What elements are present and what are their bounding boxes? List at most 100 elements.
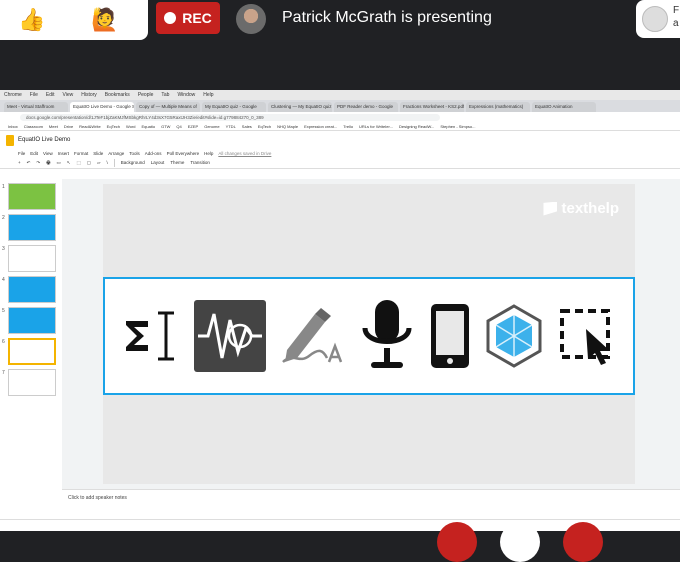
bookmark-item[interactable]: NHQ Maple [277, 124, 298, 129]
browser-tab[interactable]: My EquatIO quiz - Google [202, 102, 266, 112]
slide-thumbnail[interactable] [8, 369, 56, 396]
bookmark-item[interactable]: URLs for WriteIer... [359, 124, 393, 129]
slides-logo-icon[interactable] [6, 134, 14, 146]
bookmark-item[interactable]: Q4 [176, 124, 181, 129]
browser-tab[interactable]: EquatIO Animation [532, 102, 596, 112]
bookmark-item[interactable]: Genome [204, 124, 219, 129]
toolbar-tool-icon[interactable]: ▱ [97, 160, 100, 166]
toolbar-tool-icon[interactable]: ▢ [87, 160, 91, 166]
bookmark-item[interactable]: Sales [242, 124, 252, 129]
slides-toolbar: + ↶ ↷ 🖶 ▭ ↖ ⬚ ▢ ▱ \ Background Layout Theme Transitio… [0, 157, 680, 169]
bookmark-item[interactable]: Inbox [8, 124, 18, 129]
current-slide[interactable]: texthelp [103, 184, 635, 484]
os-menu-item[interactable]: Bookmarks [105, 92, 130, 98]
record-dot-icon [164, 12, 177, 24]
url-field[interactable]: docs.google.com/presentation/d/1JTeF1bjZ… [20, 113, 440, 121]
bookmark-item[interactable]: Read&Write [79, 124, 101, 129]
slide-thumbnail-row[interactable]: 7 [0, 369, 62, 397]
toolbar-tool-icon[interactable]: \ [107, 160, 108, 165]
slide-thumbnail[interactable] [8, 276, 56, 303]
slides-menu-item[interactable]: Format [74, 151, 88, 156]
os-menu-item[interactable]: Tab [161, 92, 169, 98]
os-menu-item[interactable]: Edit [46, 92, 55, 98]
slide-thumbnail-row[interactable]: 6 [0, 338, 62, 366]
slides-menu-item[interactable]: View [43, 151, 53, 156]
browser-tab[interactable]: EquatIO Live Demo - Google Sl [70, 102, 134, 112]
save-status[interactable]: All changes saved in Drive [218, 151, 271, 156]
slides-menu-item[interactable]: File [18, 151, 25, 156]
slide-thumbnail[interactable] [8, 338, 56, 365]
mic-toggle-button[interactable] [437, 522, 477, 562]
slides-menu-item[interactable]: Help [204, 151, 213, 156]
browser-tab[interactable]: Meet - Virtual Staffroom [4, 102, 68, 112]
recording-button[interactable]: REC [156, 2, 220, 34]
doc-title[interactable]: EquatIO Live Demo [18, 137, 70, 143]
bookmark-item[interactable]: Meet [49, 124, 58, 129]
bookmark-item[interactable]: Classroom [24, 124, 43, 129]
os-menu-item[interactable]: File [30, 92, 38, 98]
speaker-notes[interactable]: Click to add speaker notes [62, 489, 680, 519]
slide-thumbnail[interactable] [8, 183, 56, 210]
toolbar-tool-icon[interactable]: ↖ [67, 160, 71, 166]
toolbar-tool-icon[interactable]: ↷ [36, 160, 40, 166]
browser-tab[interactable]: Clustering — My EquatIO quiz [268, 102, 332, 112]
slide-thumbnail[interactable] [8, 245, 56, 272]
toolbar-tool-icon[interactable]: 🖶 [46, 159, 50, 167]
waveform-icon [193, 300, 266, 372]
bookmark-item[interactable]: Stephen - Simpso... [440, 124, 475, 129]
os-menu-item[interactable]: View [62, 92, 73, 98]
bookmark-item[interactable]: Drive [64, 124, 73, 129]
slide-thumbnail[interactable] [8, 307, 56, 334]
os-menu-item[interactable]: History [81, 92, 97, 98]
browser-tab[interactable]: Fractions Worksheet - KS2.pdf [400, 102, 464, 112]
slides-menu-item[interactable]: Arrange [108, 151, 124, 156]
toolbar-item[interactable]: Transition [190, 160, 210, 165]
bookmark-item[interactable]: Equatio [142, 124, 156, 129]
browser-tab[interactable]: Copy of — Multiple Means of [136, 102, 200, 112]
toolbar-item[interactable]: Background [121, 160, 145, 165]
bookmark-item[interactable]: EZEP [188, 124, 198, 129]
meet-top-bar: 👍 🙋 REC Patrick McGrath is presenting F … [0, 0, 680, 40]
slide-canvas-area: texthelp [62, 179, 680, 489]
os-menu-item[interactable]: Window [177, 92, 195, 98]
bookmark-item[interactable]: YTDL [226, 124, 236, 129]
thumbs-up-reaction[interactable]: 👍 [18, 7, 45, 33]
raise-hand-reaction[interactable]: 🙋 [91, 7, 118, 33]
bookmark-item[interactable]: Trello [343, 124, 353, 129]
screenshot-select-icon [560, 309, 611, 365]
os-menu-item[interactable]: People [138, 92, 154, 98]
bookmark-item[interactable]: Word [126, 124, 135, 129]
slides-menu-item[interactable]: Slide [93, 151, 103, 156]
bookmark-item[interactable]: EqTech [107, 124, 120, 129]
browser-tab[interactable]: PDF Reader demo - Google [334, 102, 398, 112]
slide-thumbnail-row[interactable]: 2 [0, 214, 62, 242]
slide-thumbnail-row[interactable]: 4 [0, 276, 62, 304]
toolbar-tool-icon[interactable]: + [18, 160, 21, 165]
slide-thumbnail-row[interactable]: 1 [0, 183, 62, 211]
slides-menu-item[interactable]: Tools [129, 151, 140, 156]
bookmark-item[interactable]: Designing ReadW... [399, 124, 434, 129]
leave-call-button[interactable] [500, 522, 540, 562]
slides-menu-item[interactable]: Insert [58, 151, 69, 156]
rec-label: REC [182, 10, 212, 26]
toolbar-tool-icon[interactable]: ⬚ [77, 160, 81, 166]
toolbar-item[interactable]: Theme [170, 160, 184, 165]
slides-menu-item[interactable]: Add-ons [145, 151, 162, 156]
toolbar-tool-icon[interactable]: ↶ [27, 160, 31, 166]
texthelp-wordmark: texthelp [561, 200, 619, 217]
os-menu-item[interactable]: Help [203, 92, 213, 98]
slide-thumbnail-row[interactable]: 5 [0, 307, 62, 335]
bookmark-item[interactable]: GTW [161, 124, 170, 129]
slide-thumbnail[interactable] [8, 214, 56, 241]
slides-menu-item[interactable]: Edit [30, 151, 38, 156]
slide-thumbnail-row[interactable]: 3 [0, 245, 62, 273]
toolbar-tool-icon[interactable]: ▭ [56, 160, 60, 166]
slides-menu-item[interactable]: Poll Everywhere [167, 151, 200, 156]
os-menu-item[interactable]: Chrome [4, 92, 22, 98]
os-menu-bar: Chrome File Edit View History Bookmarks People… [0, 90, 680, 100]
browser-tab[interactable]: Expressions (mathematics) [466, 102, 530, 112]
toolbar-item[interactable]: Layout [151, 160, 165, 165]
camera-toggle-button[interactable] [563, 522, 603, 562]
bookmark-item[interactable]: Expression creat... [304, 124, 337, 129]
bookmark-item[interactable]: EqTech [258, 124, 271, 129]
